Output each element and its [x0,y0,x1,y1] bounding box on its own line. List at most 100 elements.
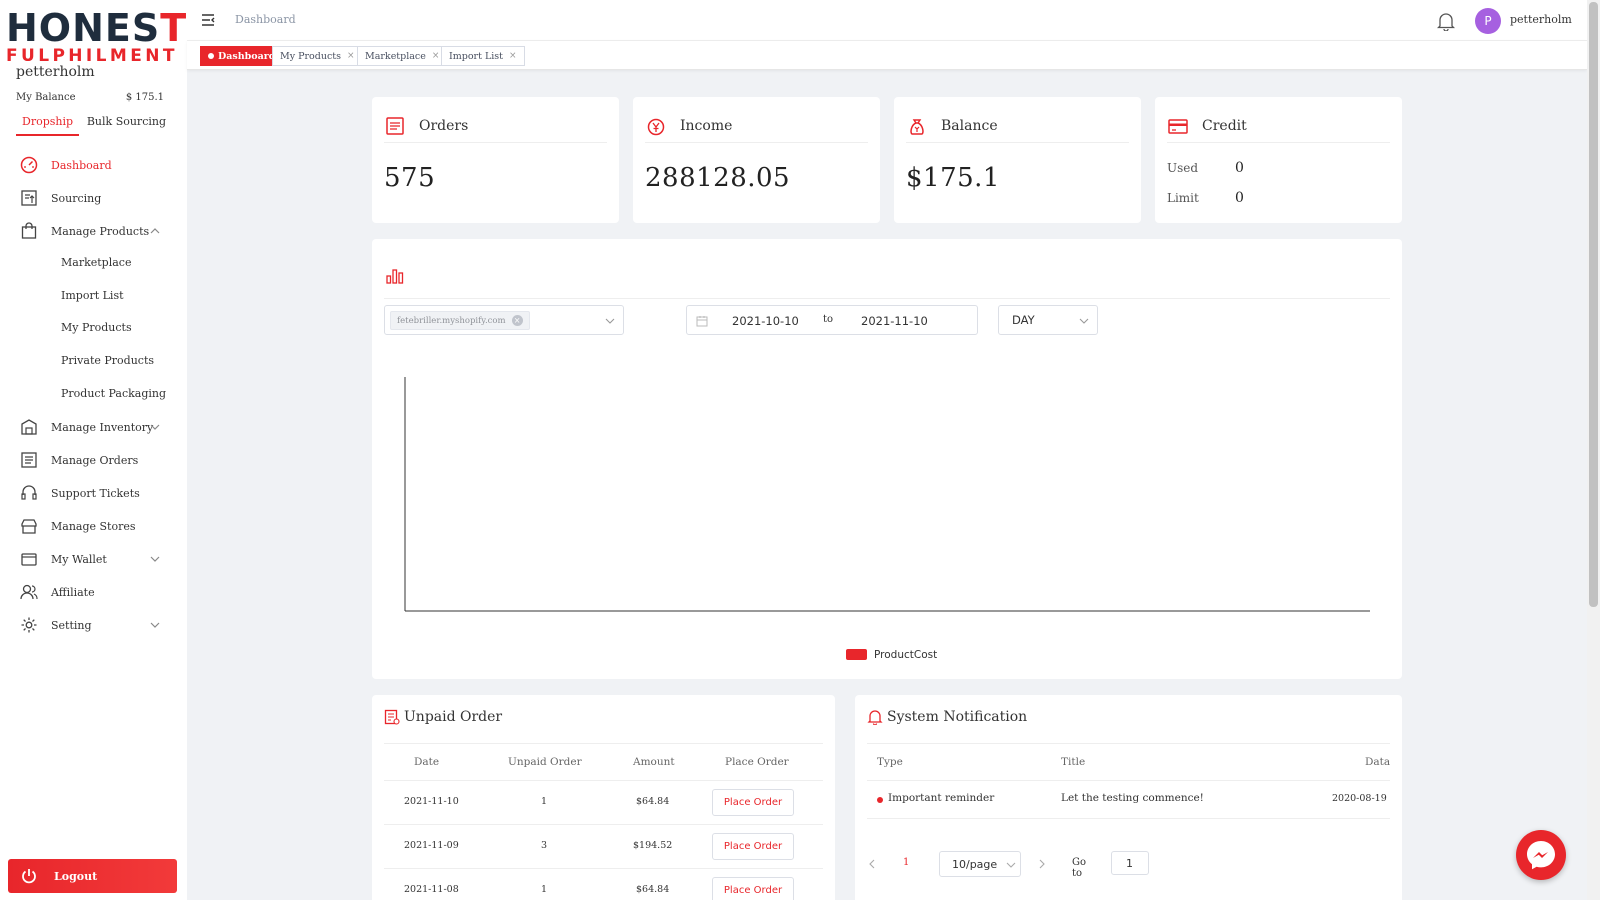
page-scrollbar[interactable] [1587,0,1600,900]
sidebar-item-manage-inventory[interactable]: Manage Inventory [0,412,187,442]
tab-my-products[interactable]: My Products × [272,46,363,66]
notification-table-header: Type Title Data [867,743,1390,781]
active-dot [208,53,214,59]
page-size-select[interactable]: 10/page [939,851,1021,877]
logout-button[interactable]: Logout [8,859,177,893]
date-range-picker[interactable]: 2021-10-10 to 2021-11-10 [686,305,978,335]
close-icon[interactable]: × [509,51,517,61]
chevron-right-icon[interactable] [1037,859,1047,869]
sidebar-subitem-marketplace[interactable]: Marketplace [61,256,131,269]
order-doc-icon [384,709,400,725]
menu-toggle-icon[interactable] [201,13,215,27]
tab-dropship[interactable]: Dropship [16,115,80,136]
mode-tabs: Dropship Bulk Sourcing [16,115,172,136]
row-amount: $64.84 [636,884,670,895]
tab-bulk-sourcing[interactable]: Bulk Sourcing [81,115,172,136]
tab-label: My Products [280,50,341,62]
period-value: DAY [1012,313,1035,327]
chevron-down-icon [150,622,160,628]
row-date: 2021-11-09 [404,840,459,851]
col-data: Data [1365,756,1391,768]
messenger-chat-button[interactable] [1516,830,1566,880]
balance-label: My Balance [16,92,76,103]
sidebar-subitem-my-products[interactable]: My Products [61,321,132,334]
chart-card: fetebriller.myshopify.com × 2021-10-10 t… [372,239,1402,679]
users-icon [20,583,38,601]
sidebar-item-manage-orders[interactable]: Manage Orders [0,445,187,475]
sidebar-subitem-product-packaging[interactable]: Product Packaging [61,387,166,400]
place-order-button[interactable]: Place Order [712,833,794,860]
row-count: 1 [541,796,548,807]
money-bag-icon [910,118,924,135]
wallet-icon [20,550,38,568]
sidebar-item-manage-stores[interactable]: Manage Stores [0,511,187,541]
sidebar-item-my-wallet[interactable]: My Wallet [0,544,187,574]
logo[interactable]: HONEST FULPHILMENT [6,9,186,66]
place-order-button[interactable]: Place Order [712,789,794,816]
tab-marketplace[interactable]: Marketplace × [357,46,448,66]
status-dot [877,797,883,803]
date-from[interactable]: 2021-10-10 [732,314,799,328]
period-select[interactable]: DAY [998,305,1098,335]
bell-icon [867,710,883,725]
sidebar-item-setting[interactable]: Setting [0,610,187,640]
chevron-up-icon [150,228,160,234]
credit-used-value: 0 [1235,160,1244,176]
table-row: 2021-11-08 1 $64.84 Place Order [384,869,823,900]
sourcing-icon [20,189,38,207]
sidebar-item-label: Dashboard [51,158,112,172]
store-chip: fetebriller.myshopify.com × [390,311,530,330]
card-title: Credit [1202,117,1247,134]
close-icon[interactable]: × [347,51,355,61]
card-title: Balance [941,117,998,134]
store-select[interactable]: fetebriller.myshopify.com × [384,305,624,335]
credit-card: Credit Used 0 Limit 0 [1155,97,1402,223]
current-page[interactable]: 1 [903,857,909,868]
table-row[interactable]: Important reminder Let the testing comme… [867,781,1390,819]
chevron-down-icon [150,556,160,562]
orders-list-icon [386,116,404,135]
breadcrumb[interactable]: Dashboard [235,13,296,26]
scrollbar-thumb[interactable] [1589,2,1598,607]
sidebar-subitem-private-products[interactable]: Private Products [61,354,154,367]
tabs-bar: Dashboard My Products × Marketplace × Im… [187,41,1587,70]
goto-page-input[interactable]: 1 [1111,851,1149,875]
balance-value: $ 175.1 [125,92,164,103]
gear-icon [20,616,38,634]
sidebar-item-dashboard[interactable]: Dashboard [0,150,187,180]
date-to[interactable]: 2021-11-10 [861,314,928,328]
chevron-down-icon [150,424,160,430]
header-username[interactable]: petterholm [1510,13,1572,26]
remove-chip-icon[interactable]: × [511,315,523,326]
tab-import-list[interactable]: Import List × [441,46,525,66]
store-chip-label: fetebriller.myshopify.com [397,315,506,326]
messenger-icon [1527,841,1555,870]
sidebar-item-sourcing[interactable]: Sourcing [0,183,187,213]
income-card: Income 288128.05 [633,97,880,223]
row-count: 3 [541,840,548,851]
col-title: Title [1061,756,1086,768]
unpaid-title: Unpaid Order [404,709,503,725]
balance-row: My Balance $ 175.1 [16,92,164,103]
sidebar-item-label: Support Tickets [51,486,140,500]
sidebar-item-support-tickets[interactable]: Support Tickets [0,478,187,508]
sidebar-item-affiliate[interactable]: Affiliate [0,577,187,607]
sidebar-item-label: Manage Stores [51,519,136,533]
sidebar-item-manage-products[interactable]: Manage Products [0,216,187,246]
avatar[interactable]: P [1475,8,1501,34]
card-title: Orders [419,117,469,134]
orders-card: Orders 575 [372,97,619,223]
goto-label: Go to [1072,857,1087,879]
date-separator: to [823,314,834,325]
chevron-left-icon[interactable] [867,859,877,869]
notification-header: System Notification [867,709,1027,725]
sidebar-subitem-import-list[interactable]: Import List [61,289,124,302]
tab-dashboard[interactable]: Dashboard [200,46,284,66]
notification-type: Important reminder [888,792,995,804]
sidebar-item-label: Manage Products [51,224,150,238]
card-header: Income [645,109,868,143]
place-order-button[interactable]: Place Order [712,877,794,900]
notification-bell-icon[interactable] [1437,11,1455,31]
legend-swatch-productcost [846,649,867,660]
close-icon[interactable]: × [432,51,440,61]
